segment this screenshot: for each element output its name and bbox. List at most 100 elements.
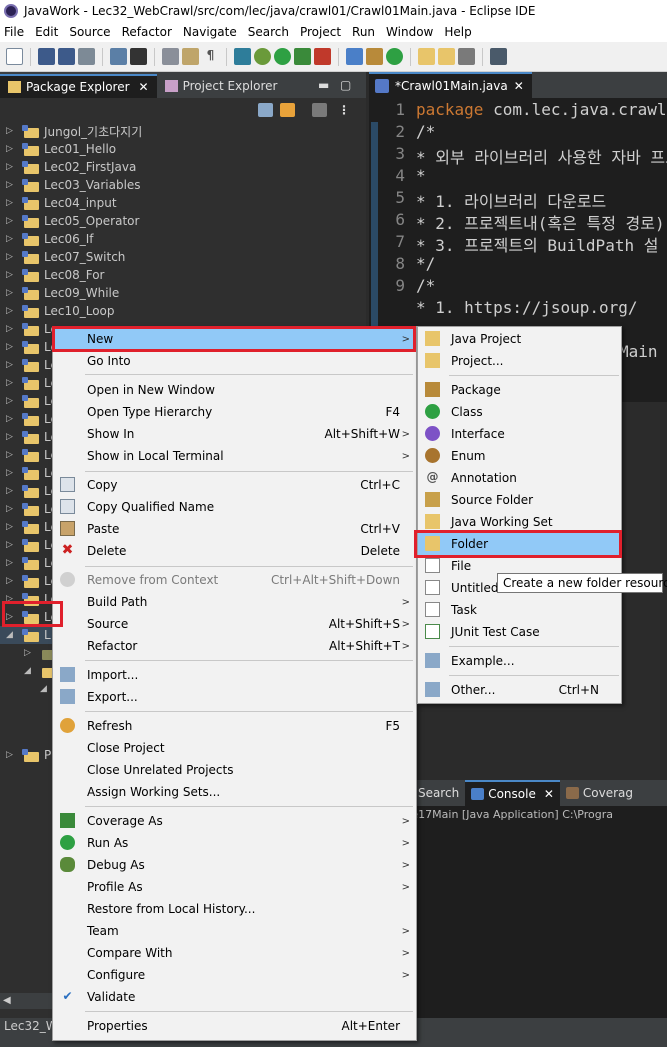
expand-arrow-icon[interactable]: ▷ <box>6 558 16 568</box>
tab-project-explorer[interactable]: Project Explorer <box>157 74 286 98</box>
menu-item-refactor[interactable]: Refactor Alt+Shift+T > <box>53 635 416 657</box>
build-icon[interactable] <box>110 48 127 65</box>
view-menu-icon[interactable]: ⋮ <box>338 103 353 117</box>
menu-item-assign-working-sets[interactable]: Assign Working Sets... <box>53 781 416 803</box>
expand-arrow-icon[interactable]: ▷ <box>6 576 16 586</box>
menu-item-debug-as[interactable]: Debug As > <box>53 854 416 876</box>
menu-item-copy-qualified-name[interactable]: Copy Qualified Name <box>53 496 416 518</box>
expand-arrow-icon[interactable]: ▷ <box>6 144 16 154</box>
tree-item[interactable]: ▷ Lec06_If <box>0 230 366 248</box>
menu-item-build-path[interactable]: Build Path > <box>53 591 416 613</box>
debug-run-icon[interactable] <box>254 48 271 65</box>
menu-item-go-into[interactable]: Go Into <box>53 350 416 372</box>
tree-item[interactable]: ▷ Jungol_기초다지기 <box>0 122 366 140</box>
expand-arrow-icon[interactable]: ▷ <box>6 306 16 316</box>
expand-arrow-icon[interactable]: ▷ <box>6 216 16 226</box>
link-with-editor-icon[interactable] <box>280 103 295 117</box>
tree-item[interactable]: ▷ Lec02_FirstJava <box>0 158 366 176</box>
menu-item-class[interactable]: Class <box>418 401 621 423</box>
expand-arrow-icon[interactable]: ▷ <box>6 234 16 244</box>
menu-file[interactable]: File <box>4 25 24 39</box>
menu-item-package[interactable]: Package <box>418 379 621 401</box>
tree-item[interactable]: ▷ Lec10_Loop <box>0 302 366 320</box>
menu-item-profile-as[interactable]: Profile As > <box>53 876 416 898</box>
menu-item-interface[interactable]: Interface <box>418 423 621 445</box>
expand-arrow-icon[interactable]: ▷ <box>6 180 16 190</box>
new-java-project-icon[interactable] <box>346 48 363 65</box>
menu-item-other[interactable]: Other... Ctrl+N <box>418 679 621 701</box>
expand-arrow-icon[interactable]: ▷ <box>6 126 16 136</box>
expand-arrow-icon[interactable]: ▷ <box>6 270 16 280</box>
menu-item-properties[interactable]: Properties Alt+Enter <box>53 1015 416 1037</box>
expand-arrow-icon[interactable]: ▷ <box>6 468 16 478</box>
menu-search[interactable]: Search <box>248 25 289 39</box>
menu-item-show-in[interactable]: Show In Alt+Shift+W > <box>53 423 416 445</box>
expand-arrow-icon[interactable]: ▷ <box>6 288 16 298</box>
menu-item-close-project[interactable]: Close Project <box>53 737 416 759</box>
open-type-icon[interactable] <box>418 48 435 65</box>
expand-arrow-icon[interactable]: ▷ <box>6 162 16 172</box>
new-package-icon[interactable] <box>366 48 383 65</box>
menu-window[interactable]: Window <box>386 25 433 39</box>
tab-package-explorer[interactable]: Package Explorer ✕ <box>0 74 157 98</box>
expand-arrow-icon[interactable]: ▷ <box>6 378 16 388</box>
expand-arrow-icon[interactable]: ▷ <box>6 450 16 460</box>
editor-tab[interactable]: *Crawl01Main.java ✕ <box>369 72 532 98</box>
expand-arrow-icon[interactable]: ▷ <box>6 486 16 496</box>
expand-arrow-icon[interactable]: ▷ <box>6 198 16 208</box>
skip-breakpoints-icon[interactable] <box>234 48 251 65</box>
tree-item[interactable]: ▷ Lec03_Variables <box>0 176 366 194</box>
close-icon[interactable]: ✕ <box>514 79 524 93</box>
save-icon[interactable] <box>38 48 55 65</box>
menu-item-remove-from-context[interactable]: Remove from Context Ctrl+Alt+Shift+Down <box>53 569 416 591</box>
menu-item-refresh[interactable]: Refresh F5 <box>53 715 416 737</box>
annotation-toggle-icon[interactable] <box>162 48 179 65</box>
scroll-left-icon[interactable]: ◀ <box>3 995 11 1006</box>
expand-arrow-icon[interactable]: ▷ <box>6 414 16 424</box>
expand-arrow-icon[interactable]: ▷ <box>6 540 16 550</box>
menu-item-import[interactable]: Import... <box>53 664 416 686</box>
new-icon[interactable] <box>6 48 23 65</box>
menu-navigate[interactable]: Navigate <box>183 25 237 39</box>
menu-item-validate[interactable]: ✔ Validate <box>53 986 416 1008</box>
menu-item-enum[interactable]: Enum <box>418 445 621 467</box>
menu-item-task[interactable]: Task <box>418 599 621 621</box>
external-tools-icon[interactable] <box>314 48 331 65</box>
run-icon[interactable] <box>274 48 291 65</box>
menu-item-delete[interactable]: ✖ Delete Delete <box>53 540 416 562</box>
menu-item-project[interactable]: Project... <box>418 350 621 372</box>
menu-item-open-type-hierarchy[interactable]: Open Type Hierarchy F4 <box>53 401 416 423</box>
tree-item[interactable]: ▷ Lec07_Switch <box>0 248 366 266</box>
save-all-icon[interactable] <box>58 48 75 65</box>
menu-item-annotation[interactable]: @ Annotation <box>418 467 621 489</box>
menu-item-java-project[interactable]: Java Project <box>418 328 621 350</box>
expand-arrow-icon[interactable]: ▷ <box>6 324 16 334</box>
menu-item-junit-test-case[interactable]: JUnit Test Case <box>418 621 621 643</box>
menu-refactor[interactable]: Refactor <box>122 25 172 39</box>
menu-item-open-in-new-window[interactable]: Open in New Window <box>53 379 416 401</box>
close-icon[interactable]: ✕ <box>139 80 149 94</box>
tree-item[interactable]: ▷ Lec09_While <box>0 284 366 302</box>
menu-run[interactable]: Run <box>352 25 375 39</box>
menu-edit[interactable]: Edit <box>35 25 58 39</box>
menu-item-close-unrelated-projects[interactable]: Close Unrelated Projects <box>53 759 416 781</box>
menu-item-source-folder[interactable]: Source Folder <box>418 489 621 511</box>
collapse-arrow-icon[interactable]: ◢ <box>6 630 16 640</box>
menu-item-coverage-as[interactable]: Coverage As > <box>53 810 416 832</box>
expand-arrow-icon[interactable]: ▷ <box>6 522 16 532</box>
coverage-run-icon[interactable] <box>294 48 311 65</box>
expand-arrow-icon[interactable]: ▷ <box>6 504 16 514</box>
tab-coverage[interactable]: Coverag <box>560 780 639 806</box>
menu-item-run-as[interactable]: Run As > <box>53 832 416 854</box>
maximize-icon[interactable]: ▢ <box>340 78 351 92</box>
tree-item[interactable]: ▷ Lec04_input <box>0 194 366 212</box>
terminal-icon[interactable] <box>130 48 147 65</box>
open-task-icon[interactable] <box>438 48 455 65</box>
next-annotation-icon[interactable] <box>490 48 507 65</box>
minimize-icon[interactable]: ▬ <box>318 78 329 92</box>
print-icon[interactable] <box>78 48 95 65</box>
expand-arrow-icon[interactable]: ▷ <box>6 750 16 760</box>
tree-item[interactable]: ▷ Lec08_For <box>0 266 366 284</box>
collapse-arrow-icon[interactable]: ◢ <box>24 666 34 676</box>
paragraph-icon[interactable]: ¶ <box>202 48 219 65</box>
